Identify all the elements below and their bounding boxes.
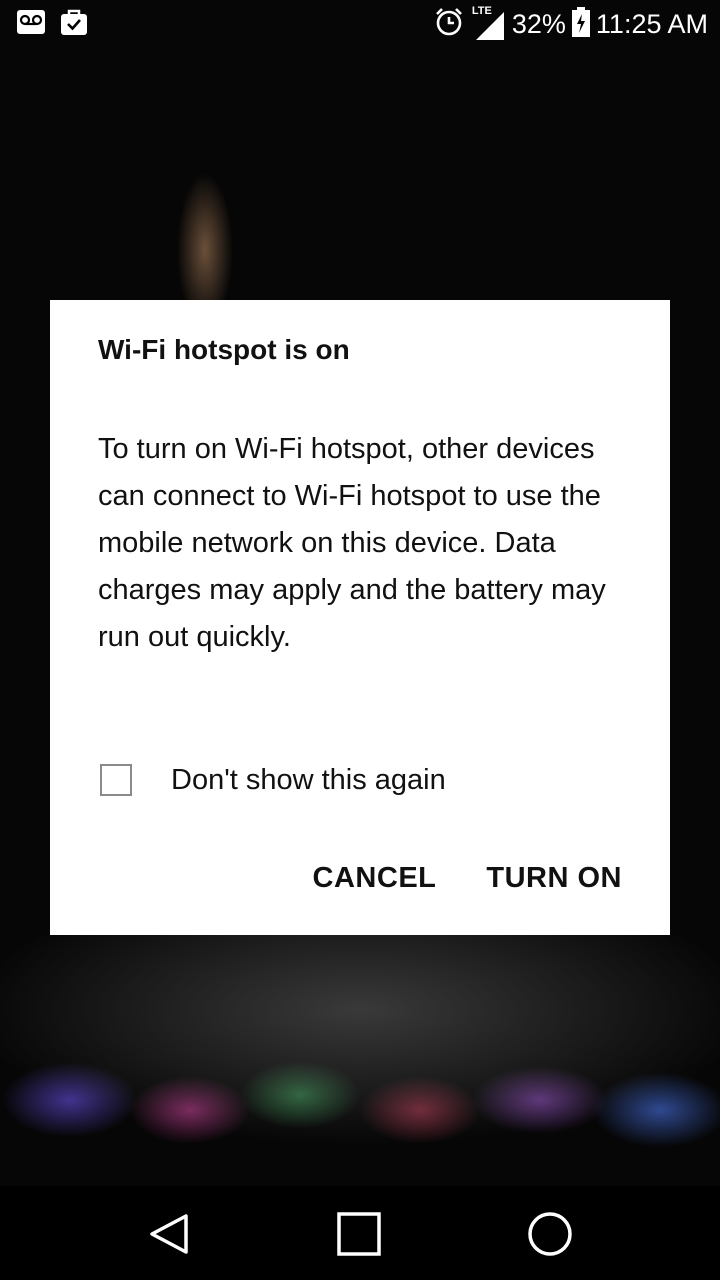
signal-icon: LTE bbox=[470, 5, 506, 42]
turn-on-button[interactable]: TURN ON bbox=[486, 862, 622, 895]
navigation-bar bbox=[0, 1186, 720, 1280]
status-bar: LTE 32% 11:25 AM bbox=[0, 0, 720, 48]
recents-icon bbox=[528, 1212, 572, 1256]
back-icon bbox=[150, 1214, 188, 1254]
battery-charging-icon bbox=[571, 6, 590, 42]
voicemail-icon bbox=[16, 9, 46, 40]
phone-screen: LTE 32% 11:25 AM Wi-Fi hotspot is on To … bbox=[0, 0, 720, 1280]
cancel-button[interactable]: CANCEL bbox=[313, 862, 437, 895]
dialog-actions: CANCEL TURN ON bbox=[313, 862, 622, 895]
clock: 11:25 AM bbox=[595, 9, 708, 39]
dialog-message: To turn on Wi-Fi hotspot, other devices … bbox=[98, 433, 606, 653]
dialog-title: Wi-Fi hotspot is on bbox=[98, 334, 350, 365]
alarm-icon bbox=[434, 7, 464, 42]
status-bar-system: LTE 32% 11:25 AM bbox=[434, 5, 708, 42]
wifi-hotspot-dialog: Wi-Fi hotspot is on To turn on Wi-Fi hot… bbox=[50, 300, 670, 935]
dont-show-again-row[interactable]: Don't show this again bbox=[100, 756, 446, 804]
task-done-icon bbox=[60, 8, 88, 41]
recents-button[interactable] bbox=[526, 1210, 574, 1258]
home-button[interactable] bbox=[335, 1210, 383, 1258]
status-bar-notifications bbox=[16, 8, 88, 41]
home-icon bbox=[337, 1212, 381, 1256]
dont-show-again-label: Don't show this again bbox=[171, 763, 446, 796]
battery-percent: 32% bbox=[511, 9, 566, 39]
dont-show-again-checkbox[interactable] bbox=[100, 764, 132, 796]
back-button[interactable] bbox=[146, 1210, 194, 1258]
